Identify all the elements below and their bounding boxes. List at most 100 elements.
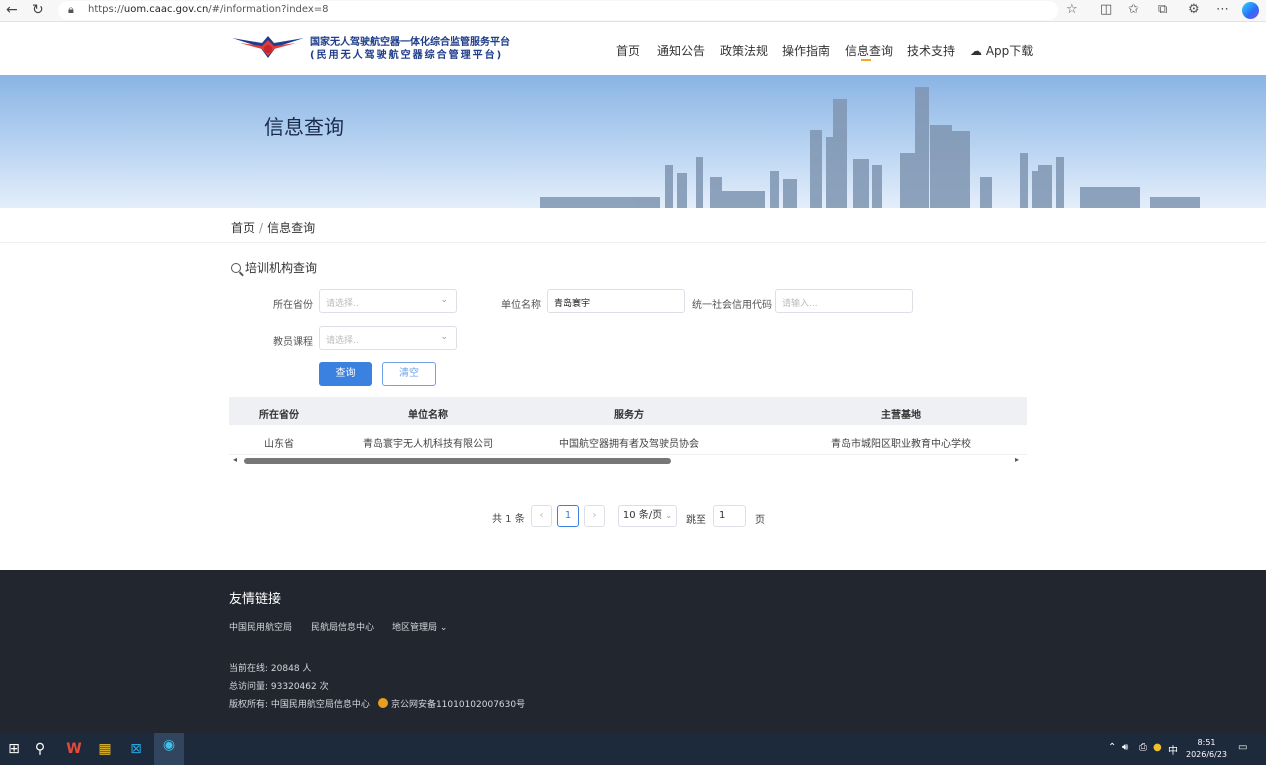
chevron-down-icon: ⌄ [440,295,448,305]
query-section-title: 培训机构查询 [231,259,317,276]
more-icon[interactable]: ⋯ [1216,2,1229,17]
windows-taskbar: ⊞ ⚲ W ▦ ⊠ ◉ ⌃ 🔊︎ ⎙ ● 中 8:51 2026/6/23 ▭ [0,733,1266,765]
table-row[interactable]: 山东省 青岛寰宇无人机科技有限公司 中国航空器拥有者及驾驶员协会 青岛市城阳区职… [229,425,1027,455]
back-icon[interactable]: ← [6,2,18,18]
chevron-down-icon: ⌄ [440,332,448,342]
clear-button[interactable]: 清空 [382,362,436,386]
refresh-icon[interactable]: ↻ [32,2,44,18]
visit-count: 总访问量: 93320462 次 [229,679,329,692]
credit-code-placeholder: 请输入... [782,299,818,309]
copilot-icon[interactable] [1242,2,1259,19]
goto-label: 跳至 [686,515,706,526]
table-horizontal-scrollbar[interactable]: ◂ ▸ [229,455,1027,467]
ime-mode[interactable]: 中 [1168,742,1178,757]
extensions-icon[interactable]: ⚙ [1188,2,1200,17]
page-number-button[interactable]: 1 [557,505,579,527]
network-icon[interactable]: ⎙ [1139,742,1147,753]
favorite-star-icon[interactable]: ☆ [1066,2,1078,17]
table-cell: 青岛寰宇无人机科技有限公司 [363,439,493,450]
column-header: 主营基地 [881,410,921,421]
copyright-label: 版权所有: [229,700,269,710]
collections-icon[interactable]: ⧉ [1158,2,1167,17]
clock-date: 2026/6/23 [1186,750,1228,759]
footer-link-caac[interactable]: 中国民用航空局 [229,620,292,633]
footer-link-info-center[interactable]: 民航局信息中心 [311,620,374,633]
results-table: 所在省份 单位名称 服务方 主营基地 山东省 青岛寰宇无人机科技有限公司 中国航… [229,397,1027,455]
scroll-right-icon[interactable]: ▸ [1015,455,1019,464]
address-bar[interactable]: 🔒︎ https://uom.caac.gov.cn/#/information… [58,1,1058,20]
breadcrumb-separator: / [259,221,264,235]
wps-app-icon[interactable]: W [62,737,86,761]
prev-page-button[interactable]: ‹ [531,505,552,527]
site-header: 国家无人驾驶航空器一体化综合监管服务平台 (民用无人驾驶航空器综合管理平台) 首… [0,22,1266,75]
scroll-left-icon[interactable]: ◂ [233,455,237,464]
page-size-value: 10 条/页 [622,510,663,521]
goto-page-input[interactable]: 1 [713,505,746,527]
tray-chevron-icon[interactable]: ⌃ [1108,742,1116,753]
footer-link-regional[interactable]: 地区管理局 ⌄ [392,620,447,633]
search-button[interactable]: 查询 [319,362,372,386]
chevron-down-icon: ⌄ [665,511,673,520]
unit-name-input[interactable]: 青岛寰宇 [547,289,685,313]
unit-name-label: 单位名称 [501,300,541,311]
province-placeholder: 请选择.. [326,299,359,309]
breadcrumb-bar: 首页 / 信息查询 [0,208,1266,243]
nav-policies[interactable]: 政策法规 [720,42,768,59]
site-footer: 友情链接 中国民用航空局 民航局信息中心 地区管理局 ⌄ 当前在线: 20848… [0,570,1266,733]
breadcrumb-current: 信息查询 [267,221,316,235]
clock-time: 8:51 [1197,738,1216,747]
search-icon[interactable]: ⚲ [28,737,52,761]
logo-title-line2: (民用无人驾驶航空器综合管理平台) [310,50,504,61]
online-value: 20848 人 [270,664,312,674]
city-skyline-illustration [540,87,1200,208]
nav-app-download[interactable]: ☁ App下载 [970,42,1033,59]
url-text: https://uom.caac.gov.cn/#/information?in… [88,4,329,15]
nav-notices[interactable]: 通知公告 [657,42,705,59]
icp-record[interactable]: 京公网安备11010102007630号 [391,700,525,710]
course-placeholder: 请选择.. [326,336,359,346]
visits-value: 93320462 次 [270,682,329,692]
course-select[interactable]: 请选择.. ⌄ [319,326,457,350]
course-label: 教员课程 [273,337,313,348]
caac-logo-icon[interactable] [232,34,304,60]
edge-browser-icon[interactable]: ◉ [154,733,184,765]
page-size-select[interactable]: 10 条/页 ⌄ [618,505,677,527]
lock-icon: 🔒︎ [68,3,74,16]
ime-status-icon[interactable]: ● [1153,742,1162,753]
footer-link-regional-label: 地区管理局 [392,623,438,633]
volume-icon[interactable]: 🔊︎ [1122,742,1128,753]
table-cell: 山东省 [264,439,294,450]
province-label: 所在省份 [273,300,313,311]
copyright-value: 中国民用航空局信息中心 [270,700,370,710]
query-title-label: 培训机构查询 [245,261,318,275]
column-header: 所在省份 [259,410,299,421]
page-banner: 信息查询 [0,75,1266,208]
system-clock[interactable]: 8:51 2026/6/23 [1186,737,1227,761]
copyright: 版权所有: 中国民用航空局信息中心 京公网安备11010102007630号 [229,697,525,710]
windows-start-icon[interactable]: ⊞ [2,737,26,761]
nav-guides[interactable]: 操作指南 [782,42,830,59]
next-page-button[interactable]: › [584,505,605,527]
links-title: 友情链接 [229,592,282,607]
app-grid-icon[interactable]: ▦ [93,737,117,761]
nav-info-query[interactable]: 信息查询 [845,42,893,61]
police-emblem-icon [377,698,388,708]
search-icon [231,263,241,273]
credit-code-input[interactable]: 请输入... [775,289,913,313]
notification-icon[interactable]: ▭ [1238,742,1247,753]
unit-name-value: 青岛寰宇 [554,299,591,309]
nav-app-download-label: App下载 [985,44,1034,58]
province-select[interactable]: 请选择.. ⌄ [319,289,457,313]
online-label: 当前在线: [229,664,269,674]
credit-code-label: 统一社会信用代码 [692,300,772,311]
app-x-icon[interactable]: ⊠ [124,737,148,761]
split-screen-icon[interactable]: ◫ [1100,2,1112,17]
nav-home[interactable]: 首页 [616,42,640,59]
breadcrumb-home[interactable]: 首页 [231,221,255,235]
chevron-down-icon: ⌄ [439,623,448,633]
scrollbar-thumb[interactable] [244,458,671,464]
nav-tech-support[interactable]: 技术支持 [907,42,955,59]
column-header: 单位名称 [408,410,448,421]
favorites-icon[interactable]: ✩ [1128,2,1139,17]
table-cell: 青岛市城阳区职业教育中心学校 [831,439,971,450]
